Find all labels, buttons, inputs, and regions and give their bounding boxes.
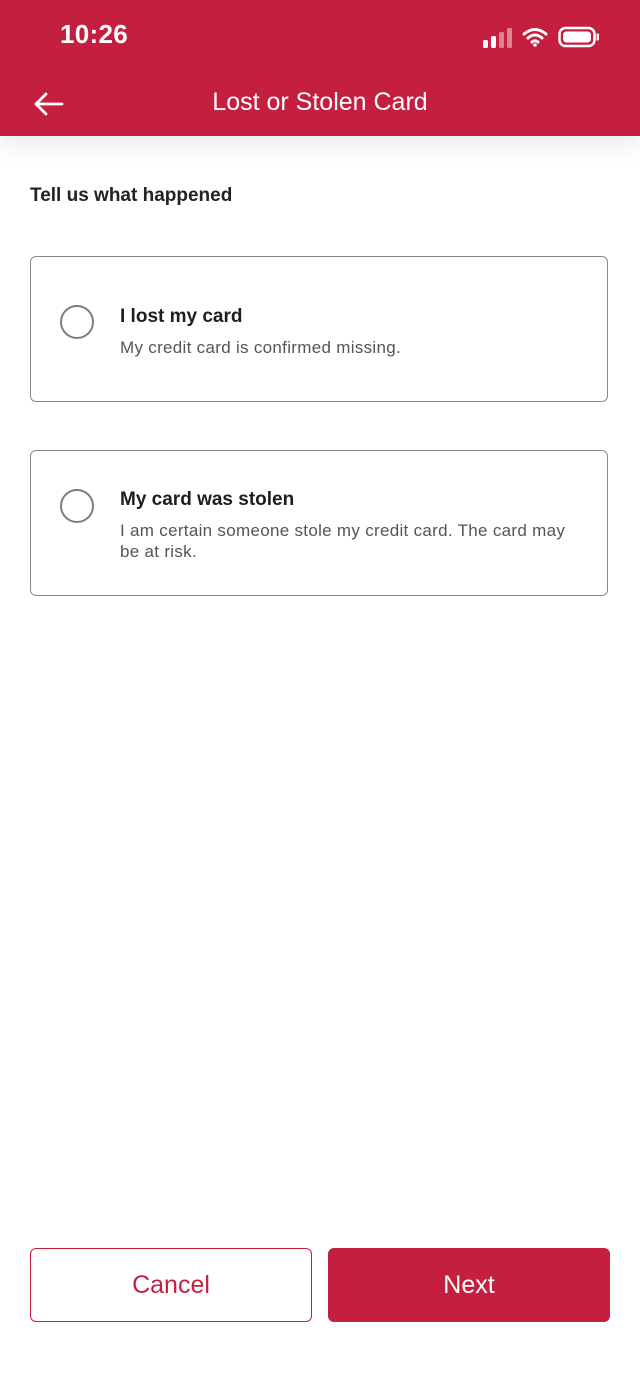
status-time: 10:26 <box>60 19 128 49</box>
page-title: Lost or Stolen Card <box>212 88 428 116</box>
option-title: My card was stolen <box>120 489 295 510</box>
cancel-button[interactable]: Cancel <box>30 1248 312 1322</box>
option-lost-card[interactable]: I lost my card My credit card is confirm… <box>30 256 608 402</box>
radio-button-lost[interactable] <box>60 305 94 339</box>
app-header: 10:26 Lost or Stolen Card <box>0 0 640 136</box>
battery-icon <box>558 26 599 48</box>
radio-button-stolen[interactable] <box>60 489 94 523</box>
option-title: I lost my card <box>120 306 243 327</box>
signal-icon <box>483 26 512 48</box>
status-icons <box>483 22 600 52</box>
option-stolen-card[interactable]: My card was stolen I am certain someone … <box>30 450 608 596</box>
wifi-icon <box>522 28 548 47</box>
form-prompt: Tell us what happened <box>30 185 233 206</box>
option-description: My credit card is confirmed missing. <box>120 338 401 357</box>
option-description: I am certain someone stole my credit car… <box>120 521 566 561</box>
next-button[interactable]: Next <box>328 1248 610 1322</box>
